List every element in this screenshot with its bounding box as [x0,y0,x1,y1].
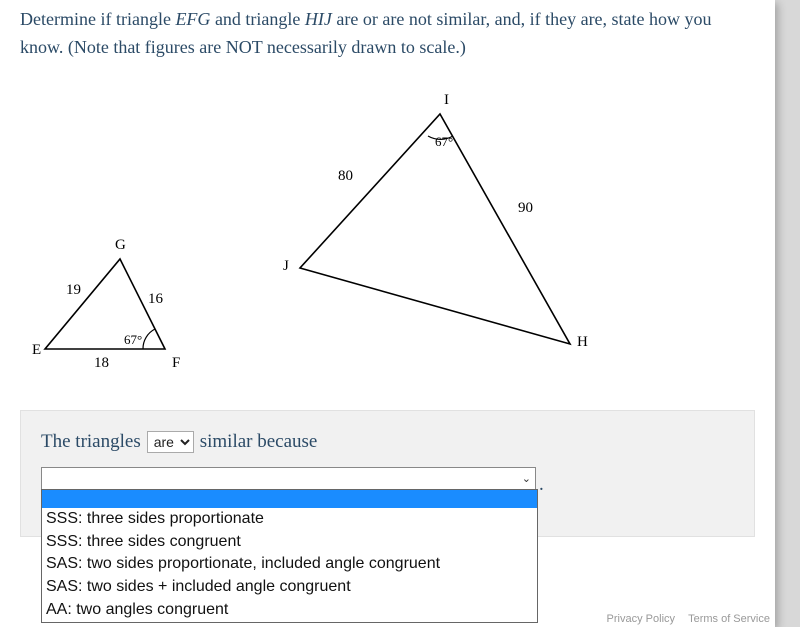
reason-option-aa[interactable]: AA: two angles congruent [42,599,537,622]
vertex-f: F [172,355,180,372]
reason-select[interactable]: ⌄ [41,467,536,490]
angle-i: 67° [435,134,453,150]
side-ij: 80 [338,168,353,185]
similarity-select[interactable]: are [147,431,194,453]
vertex-h: H [577,334,588,351]
trailing-period: . [539,474,544,495]
answer-prefix: The triangles [41,431,141,453]
answer-suffix: similar because [200,431,318,453]
reason-option-sss-proportionate[interactable]: SSS: three sides proportionate [42,508,537,531]
privacy-policy-link[interactable]: Privacy Policy [607,613,675,625]
side-ef: 18 [94,355,109,372]
angle-f: 67° [124,332,142,348]
reason-option-sas-proportionate[interactable]: SAS: two sides proportionate, included a… [42,553,537,576]
reason-option-sas-congruent[interactable]: SAS: two sides + included angle congruen… [42,576,537,599]
vertex-j: J [283,258,289,275]
chevron-down-icon: ⌄ [522,472,531,485]
side-ih: 90 [518,200,533,217]
terms-of-service-link[interactable]: Terms of Service [688,613,770,625]
reason-option-blank[interactable] [42,490,537,508]
reason-dropdown: SSS: three sides proportionate SSS: thre… [41,489,538,623]
question-text: Determine if triangle EFG and triangle H… [20,0,755,68]
reason-option-sss-congruent[interactable]: SSS: three sides congruent [42,531,537,554]
vertex-e: E [32,342,41,359]
footer-links: Privacy Policy Terms of Service [597,613,770,625]
side-gf: 16 [148,291,163,308]
vertex-g: G [115,237,126,254]
side-eg: 19 [66,282,81,299]
answer-panel: The triangles are similar because ⌄ . SS… [20,410,755,537]
vertex-i: I [444,92,449,109]
figures-area: E F G 19 16 18 67° J H I 80 90 67° [20,74,755,404]
